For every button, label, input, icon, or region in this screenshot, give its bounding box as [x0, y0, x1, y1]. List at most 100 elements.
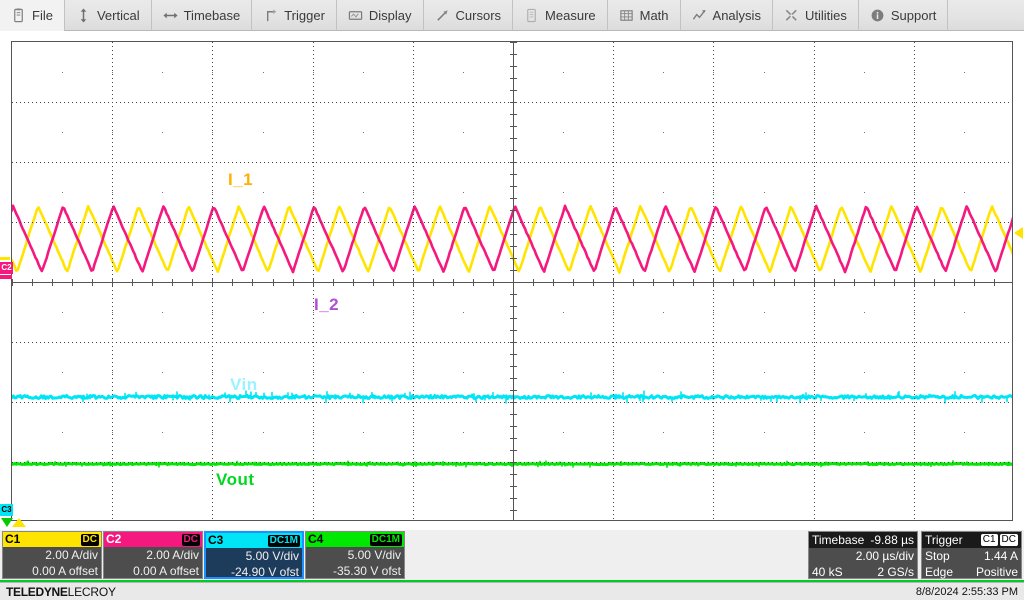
grid-tick	[510, 114, 517, 115]
channel-descriptor-c4[interactable]: C4DC1M5.00 V/div-35.30 V ofst	[305, 531, 405, 579]
trigger-level-marker-c1[interactable]	[1014, 227, 1023, 239]
channel-ground-c1[interactable]	[0, 257, 10, 260]
trigger-slope-icon	[263, 8, 278, 23]
utilities-tools-icon	[784, 8, 799, 23]
trigger-position-marker[interactable]	[12, 518, 26, 527]
menu-item-support[interactable]: Support	[859, 0, 949, 31]
descriptor-status-bar: C1DC2.00 A/div0.00 A offsetC2DC2.00 A/di…	[0, 530, 1024, 582]
grid-minor-dot	[413, 432, 414, 433]
trace-label-vin: Vin	[230, 375, 258, 395]
channel-scale: 2.00 A/div	[104, 547, 202, 563]
trigger-coupling-badge[interactable]: DC	[1000, 534, 1018, 546]
trigger-slope: Positive	[976, 564, 1018, 580]
grid-minor-dot	[263, 192, 264, 193]
grid-tick	[212, 279, 213, 286]
channel-scale: 2.00 A/div	[3, 547, 101, 563]
grid-center-haxis	[12, 282, 1012, 283]
timebase-acq-row: 40 kS2 GS/s	[809, 564, 917, 580]
channel-descriptor-c3[interactable]: C3DC1M5.00 V/div-24.90 V ofst	[204, 531, 304, 579]
grid-minor-dot	[313, 132, 314, 133]
grid-minor-dot	[212, 132, 213, 133]
menu-item-trigger[interactable]: Trigger	[252, 0, 337, 31]
grid-minor-dot	[112, 312, 113, 313]
channel-coupling-badge[interactable]: DC	[182, 534, 200, 546]
grid-tick	[593, 279, 594, 286]
grid-tick	[252, 279, 253, 286]
grid-tick	[510, 462, 517, 463]
grid-tick	[510, 306, 517, 307]
grid-minor-dot	[363, 192, 364, 193]
grid-tick	[313, 279, 314, 286]
grid-tick	[510, 474, 517, 475]
menu-item-measure[interactable]: Measure	[513, 0, 608, 31]
grid-tick	[293, 279, 294, 286]
menu-item-vertical[interactable]: Vertical	[65, 0, 152, 31]
grid-minor-dot	[914, 132, 915, 133]
scope-display-area[interactable]: I_1I_2VinVoutC2C3	[0, 31, 1024, 530]
grid-tick	[493, 279, 494, 286]
grid-minor-dot	[212, 372, 213, 373]
channel-descriptor-c1[interactable]: C1DC2.00 A/div0.00 A offset	[2, 531, 102, 579]
grid-minor-dot	[62, 432, 63, 433]
menu-bar: FileVerticalTimebaseTrigger Display Cursor…	[0, 0, 1024, 31]
trigger-descriptor[interactable]: TriggerC1DCStop1.44 AEdgePositive	[921, 531, 1022, 579]
channel-coupling-badge[interactable]: DC1M	[268, 535, 300, 547]
grid-tick	[453, 279, 454, 286]
grid-minor-dot	[463, 312, 464, 313]
grid-minor-dot	[263, 132, 264, 133]
grid-tick	[232, 279, 233, 286]
timebase-descriptor[interactable]: Timebase-9.88 µs2.00 µs/div40 kS2 GS/s	[808, 531, 918, 579]
grid-tick	[510, 510, 517, 511]
timebase-header: Timebase-9.88 µs	[809, 532, 917, 548]
grid-minor-dot	[663, 132, 664, 133]
math-grid-icon	[619, 8, 634, 23]
grid-tick	[32, 279, 33, 286]
menu-item-file[interactable]: File	[0, 0, 65, 31]
menu-item-math[interactable]: Math	[608, 0, 681, 31]
grid-tick	[12, 279, 13, 286]
grid-minor-dot	[263, 372, 264, 373]
channel-scale: 5.00 V/div	[206, 548, 302, 564]
timebase-scale-row: 2.00 µs/div	[809, 548, 917, 564]
grid-minor-dot	[112, 192, 113, 193]
grid-tick	[713, 279, 714, 286]
grid-minor-dot	[713, 312, 714, 313]
grid-minor-dot	[162, 312, 163, 313]
menu-item-analysis[interactable]: Analysis	[681, 0, 773, 31]
grid-tick	[573, 279, 574, 286]
channel-coupling-badge[interactable]: DC1M	[370, 534, 402, 546]
grid-minor-dot	[814, 312, 815, 313]
menu-item-display[interactable]: Display	[337, 0, 424, 31]
menu-item-cursors[interactable]: Cursors	[424, 0, 514, 31]
grid-minor-dot	[713, 192, 714, 193]
menu-item-label: Display	[369, 8, 412, 23]
channel-descriptor-c2[interactable]: C2DC2.00 A/div0.00 A offset	[103, 531, 203, 579]
waveform-grid[interactable]	[11, 41, 1013, 521]
grid-minor-dot	[814, 372, 815, 373]
channel-marker-c3[interactable]: C3	[0, 504, 13, 516]
channel-coupling-badge[interactable]: DC	[81, 534, 99, 546]
trigger-header: TriggerC1DC	[922, 532, 1021, 548]
grid-minor-dot	[162, 72, 163, 73]
grid-tick	[553, 279, 554, 286]
channel-marker-c2[interactable]: C2	[0, 262, 13, 274]
grid-minor-dot	[764, 312, 765, 313]
grid-minor-dot	[864, 372, 865, 373]
grid-tick	[510, 402, 517, 403]
grid-tick	[510, 486, 517, 487]
trigger-source-badge[interactable]: C1	[981, 534, 998, 546]
menu-item-utilities[interactable]: Utilities	[773, 0, 859, 31]
grid-minor-dot	[463, 432, 464, 433]
grid-minor-dot	[363, 132, 364, 133]
grid-minor-dot	[663, 312, 664, 313]
grid-minor-dot	[613, 312, 614, 313]
channel-ground-c2[interactable]	[0, 275, 12, 279]
grid-minor-dot	[914, 72, 915, 73]
grid-minor-dot	[413, 312, 414, 313]
grid-tick	[510, 438, 517, 439]
channel-header: C4DC1M	[306, 532, 404, 547]
grid-tick	[510, 270, 517, 271]
menu-item-timebase[interactable]: Timebase	[152, 0, 253, 31]
grid-minor-dot	[713, 132, 714, 133]
grid-minor-dot	[663, 432, 664, 433]
